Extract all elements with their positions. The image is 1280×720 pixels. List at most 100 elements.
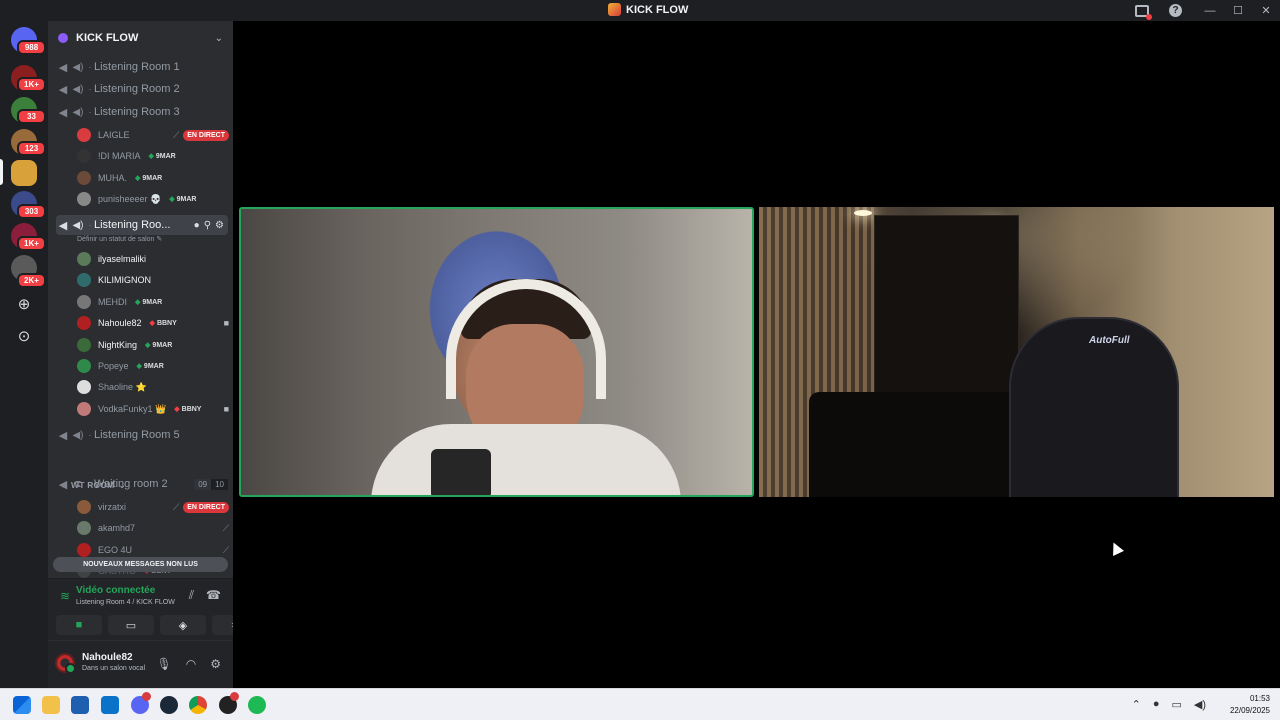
camera-icon: ■ (223, 318, 229, 328)
connection-signal-icon[interactable]: ≋ (60, 589, 70, 603)
deafened-icon: ⟋ (222, 544, 229, 555)
video-stage: AutoFull (233, 21, 1280, 688)
deafened-icon: ⟋ (172, 501, 180, 512)
spotify-icon[interactable] (248, 696, 266, 714)
clan-tag: 9MAR (132, 173, 165, 183)
unread-badge: 2K+ (17, 273, 46, 288)
server-kickflow-icon[interactable] (11, 160, 37, 186)
unread-badge: 1K+ (17, 236, 46, 251)
window-title: KICK FLOW (608, 3, 688, 16)
voice-channel-waiting-room-2[interactable]: ◀ ⧗ · Waiting room 2 09 10 (56, 474, 228, 494)
guild-name: KICK FLOW (76, 32, 139, 44)
voice-member[interactable]: Shaoline ⭐ (77, 377, 229, 397)
invite-icon[interactable]: ⚲ (204, 220, 211, 231)
voice-channel-listening-room-2[interactable]: ◀ ◀) · Listening Room 2 (56, 79, 228, 99)
minimize-button[interactable]: — (1196, 0, 1224, 21)
voice-location[interactable]: Listening Room 4 / KICK FLOW (76, 599, 175, 606)
add-server-icon[interactable]: ⊕ (15, 295, 33, 313)
clock-time: 01:53 (1249, 694, 1270, 703)
clan-tag: BBNY (147, 318, 180, 328)
voice-member[interactable]: Nahoule82 BBNY ■ (77, 313, 229, 333)
voice-member[interactable]: KILIMIGNON (77, 270, 229, 290)
avatar (77, 402, 91, 416)
windows-start-icon[interactable] (13, 696, 31, 714)
gear-icon[interactable]: ⚙ (215, 220, 224, 231)
user-limit-counter: 09 10 (194, 478, 228, 490)
avatar (77, 128, 91, 142)
voice-member[interactable]: Popeye 9MAR (77, 356, 229, 376)
headphones-icon[interactable]: ◠ (186, 657, 196, 671)
close-button[interactable]: ✕ (1252, 0, 1280, 21)
speaker-icon: ◀) (72, 61, 84, 73)
avatar[interactable] (55, 653, 76, 674)
microphone-icon[interactable]: 🎙︎ (157, 657, 172, 671)
volume-icon[interactable]: ◀) (1194, 698, 1206, 711)
voice-channel-listening-room-3[interactable]: ◀ ◀) · Listening Room 3 (56, 102, 228, 122)
store-icon[interactable] (71, 696, 89, 714)
voice-connection-panel: ≋ Vidéo connectée Listening Room 4 / KIC… (48, 578, 258, 640)
speaker-icon: ◀) (72, 429, 84, 441)
gear-icon[interactable]: ⚙ (210, 657, 221, 671)
channel-muted-icon: ◀ (58, 83, 68, 96)
voice-channel-listening-room-4[interactable]: ◀ ◀) · Listening Roo... ● ⚲ ⚙ (56, 215, 228, 235)
activity-button[interactable]: ◈ (160, 615, 206, 635)
avatar (77, 273, 91, 287)
video-tile-speaking[interactable] (239, 207, 754, 497)
speaker-icon: ◀) (72, 219, 84, 231)
channel-muted-icon: ◀ (58, 478, 68, 491)
voice-member[interactable]: ilyaselmaliki (77, 249, 229, 269)
voice-member[interactable]: VodkaFunky1 👑 BBNY ■ (77, 399, 229, 419)
clan-tag: 9MAR (146, 151, 179, 161)
voice-member[interactable]: punisheeeer 💀 9MAR (77, 189, 229, 209)
camera-button[interactable]: ■ (56, 615, 102, 635)
steam-icon[interactable] (160, 696, 178, 714)
avatar (77, 295, 91, 309)
disconnect-icon[interactable]: ☎ (206, 588, 221, 603)
clan-tag: 9MAR (142, 340, 175, 350)
noise-suppression-icon[interactable]: ⫽ (189, 588, 194, 603)
mouse-cursor (1108, 540, 1124, 556)
deafened-icon: ⟋ (222, 522, 229, 533)
channel-muted-icon: ◀ (58, 106, 68, 119)
help-icon[interactable]: ? (1169, 4, 1182, 17)
new-unread-messages-button[interactable]: NOUVEAUX MESSAGES NON LUS (53, 557, 228, 572)
set-channel-status[interactable]: Définir un statut de salon ✎ (77, 235, 162, 243)
voice-member[interactable]: MUHA. 9MAR (77, 168, 229, 188)
guild-header[interactable]: KICK FLOW ⌄ (48, 21, 233, 55)
clan-tag: BBNY (171, 404, 204, 414)
inbox-icon[interactable] (1135, 4, 1152, 20)
outlook-icon[interactable] (101, 696, 119, 714)
clock[interactable]: 01:53 22/09/2025 (1230, 693, 1270, 717)
live-badge: EN DIRECT (183, 129, 229, 141)
chrome-icon[interactable] (189, 696, 207, 714)
channel-muted-icon: ◀ (58, 61, 68, 74)
network-icon[interactable]: ▭ (1171, 698, 1181, 711)
microphone-icon[interactable]: ● (1153, 698, 1160, 711)
voice-channel-listening-room-1[interactable]: ◀ ◀) · Listening Room 1 (56, 57, 228, 77)
chat-icon[interactable]: ● (194, 220, 200, 231)
active-server-indicator (0, 159, 3, 185)
notification-badge (142, 692, 151, 701)
video-tile[interactable]: AutoFull (759, 207, 1274, 497)
microphone (431, 449, 491, 495)
voice-member[interactable]: LAIGLE ⟋ EN DIRECT (77, 125, 229, 145)
voice-channel-listening-room-5[interactable]: ◀ ◀) · Listening Room 5 (56, 425, 228, 445)
user-status: Dans un salon vocal (82, 665, 146, 672)
unread-badge: 123 (17, 141, 46, 156)
avatar (77, 521, 91, 535)
voice-member[interactable]: akamhd7 ⟋ (77, 518, 229, 538)
avatar (77, 149, 91, 163)
voice-member[interactable]: !DI MARIA 9MAR (77, 146, 229, 166)
voice-member[interactable]: MEHDI 9MAR (77, 292, 229, 312)
screen-share-button[interactable]: ▭ (108, 615, 154, 635)
voice-member[interactable]: NightKing 9MAR (77, 335, 229, 355)
maximize-button[interactable]: ☐ (1224, 0, 1252, 21)
avatar (77, 316, 91, 330)
username[interactable]: Nahoule82 (82, 652, 133, 663)
file-explorer-icon[interactable] (42, 696, 60, 714)
clock-date: 22/09/2025 (1229, 706, 1270, 715)
chevron-up-icon[interactable]: ⌃ (1132, 698, 1141, 711)
speaker-icon: ◀) (72, 83, 84, 95)
voice-member[interactable]: virzatxi ⟋ EN DIRECT (77, 497, 229, 517)
discover-icon[interactable]: ⊙ (15, 327, 33, 345)
